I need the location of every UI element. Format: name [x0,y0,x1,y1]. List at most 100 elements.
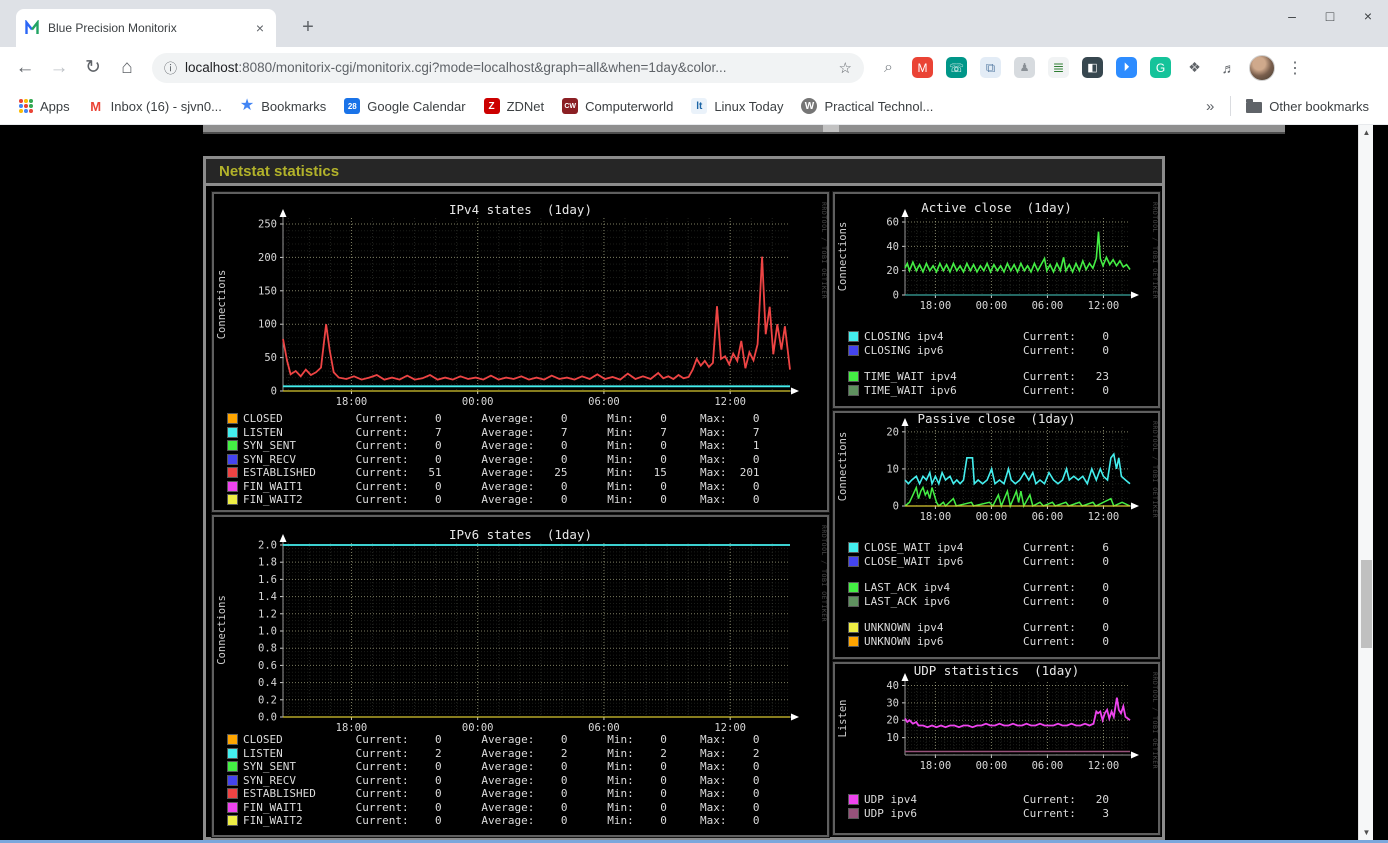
new-tab-button[interactable]: + [294,14,322,42]
legend-row: LISTEN Current: 7 Average: 7 Min: 7 Max:… [228,426,760,440]
legend-gap [849,608,1109,621]
legend-color-swatch [228,762,237,772]
ipv6-states-panel: 18:00 00:00 06:00 12:00 0.0 0.2 0.4 0.6 0.8 1.0 1.… [211,514,830,838]
y-axis-label: Connections [837,432,849,502]
bookmark-item[interactable]: lt Linux Today [691,98,783,114]
legend-color-swatch [228,789,237,799]
bookmark-item[interactable]: Apps [19,99,70,114]
bookmark-star-icon[interactable]: ☆ [839,59,852,77]
series-LAST_ACK ipv4 [904,485,1131,509]
search-extension-icon[interactable]: ⌕ [878,57,899,78]
browser-tab[interactable]: Blue Precision Monitorix × [16,9,276,47]
legend-text: UNKNOWN ipv6 Current: 0 [864,634,1110,648]
passive-close-panel: 18:00 00:00 06:00 12:00 0 10 20 Passive close (… [832,410,1161,660]
chart-title: Passive close (1day) [917,413,1075,426]
gmail-extension-icon[interactable]: M [912,57,933,78]
svg-text:0.8: 0.8 [258,643,277,655]
legend-text: CLOSE_WAIT ipv4 Current: 6 [864,541,1110,555]
bookmark-item[interactable]: W Practical Technol... [801,98,933,114]
svg-text:30: 30 [886,697,899,709]
legend-color-swatch [228,802,237,812]
grammarly-extension-icon[interactable]: G [1150,57,1171,78]
bookmark-item[interactable]: ★ Bookmarks [240,98,326,114]
other-bookmarks-button[interactable]: Other bookmarks [1246,99,1369,114]
legend-color-swatch [228,454,237,464]
tab-close-icon[interactable]: × [252,20,268,36]
svg-text:18:00: 18:00 [920,511,952,523]
legend-row: LISTEN Current: 2 Average: 2 Min: 2 Max:… [228,747,760,761]
svg-text:0.6: 0.6 [258,660,277,672]
profile-avatar[interactable] [1249,54,1275,81]
legend-color-swatch [228,414,237,424]
bookmark-favicon: 28 [344,98,361,114]
legend-row: LAST_ACK ipv4 Current: 0 [849,581,1109,595]
reload-icon[interactable]: ↻ [76,56,110,79]
forward-icon[interactable]: → [42,57,76,79]
extensions-bar: ⌕ M ☏ ⧉ ♟ ≣ ◧ ⏵ G ❖ ♬ [878,57,1239,78]
legend-row: CLOSED Current: 0 Average: 0 Min: 0 Max:… [228,412,760,426]
bookmark-favicon: lt [691,98,708,114]
ipv4-states-panel: 18:00 00:00 06:00 12:00 0 50 100 150 200 250 IPv4 … [211,191,830,513]
scrollbar-up-arrow-icon[interactable]: ▲ [1359,125,1374,140]
y-axis-label: Connections [216,270,228,340]
series-ESTABLISHED [282,256,791,381]
bookmark-favicon: M [87,98,104,114]
legend-color-swatch [228,468,237,478]
window-close-button[interactable]: × [1360,8,1376,24]
legend-color-swatch [228,735,237,745]
y-axis-label: Listen [837,700,849,738]
ipv6-states-legend: CLOSED Current: 0 Average: 0 Min: 0 Max:… [228,733,760,828]
tab-strip: Blue Precision Monitorix × + – □ × [0,0,1388,47]
svg-text:1.0: 1.0 [258,625,277,637]
svg-text:20: 20 [886,265,899,277]
home-icon[interactable]: ⌂ [110,57,144,79]
legend-row: ESTABLISHED Current: 0 Average: 0 Min: 0… [228,787,760,801]
legend-text: FIN_WAIT2 Current: 0 Average: 0 Min: 0 M… [243,493,760,507]
svg-text:00:00: 00:00 [462,396,494,408]
legend-text: UNKNOWN ipv4 Current: 0 [864,621,1110,635]
puzzle-extensions-icon[interactable]: ❖ [1184,57,1205,78]
svg-text:10: 10 [886,463,899,475]
address-bar[interactable]: ⓘ localhost:8080/monitorix-cgi/monitorix… [152,52,864,83]
url-text[interactable]: localhost:8080/monitorix-cgi/monitorix.c… [185,60,831,75]
scrollbar-thumb[interactable] [1361,560,1372,648]
svg-text:20: 20 [886,715,899,727]
legend-row: UDP ipv4 Current: 20 [849,793,1109,807]
svg-text:18:00: 18:00 [920,760,952,772]
legend-text: TIME_WAIT ipv6 Current: 0 [864,383,1110,397]
playlist-extension-icon[interactable]: ♬ [1218,57,1239,78]
browser-toolbar: ← → ↻ ⌂ ⓘ localhost:8080/monitorix-cgi/m… [0,47,1388,88]
active-close-legend: CLOSING ipv4 Current: 0 CLOSING ipv6 Curr… [849,330,1109,397]
window-minimize-button[interactable]: – [1284,8,1300,24]
page-info-icon[interactable]: ⓘ [164,58,177,77]
legend-text: SYN_SENT Current: 0 Average: 0 Min: 0 Ma… [243,760,760,774]
legend-text: LAST_ACK ipv6 Current: 0 [864,594,1110,608]
people-extension-icon[interactable]: ♟ [1014,57,1035,78]
svg-text:00:00: 00:00 [976,511,1008,523]
window-maximize-button[interactable]: □ [1322,8,1338,24]
legend-row: UDP ipv6 Current: 3 [849,807,1109,821]
voice-extension-icon[interactable]: ☏ [946,57,967,78]
legend-color-swatch [228,775,237,785]
bookmark-favicon: W [801,98,818,114]
page-scrollbar[interactable]: ▲ ▼ [1358,125,1373,840]
copy-extension-icon[interactable]: ⧉ [980,57,1001,78]
legend-row: UNKNOWN ipv4 Current: 0 [849,621,1109,635]
bookmarks-overflow-button[interactable]: » [1196,98,1224,115]
legend-text: CLOSED Current: 0 Average: 0 Min: 0 Max:… [243,412,760,426]
back-icon[interactable]: ← [8,57,42,79]
bookmark-item[interactable]: 28 Google Calendar [344,98,466,114]
dark-extension-icon[interactable]: ◧ [1082,57,1103,78]
browser-menu-icon[interactable]: ⋮ [1287,58,1303,78]
zoom-camera-extension-icon[interactable]: ⏵ [1116,57,1137,78]
svg-text:0: 0 [893,501,899,513]
bookmark-item[interactable]: CW Computerworld [562,98,673,114]
bookmark-item[interactable]: Z ZDNet [483,98,544,114]
scrollbar-down-arrow-icon[interactable]: ▼ [1359,825,1374,840]
previous-section-bottom-edge [203,125,1285,134]
bookmarks-separator [1230,96,1232,116]
y-axis-label: Connections [837,222,849,292]
svg-text:1.4: 1.4 [258,591,277,603]
books-extension-icon[interactable]: ≣ [1048,57,1069,78]
bookmark-item[interactable]: M Inbox (16) - sjvn0... [87,98,222,114]
